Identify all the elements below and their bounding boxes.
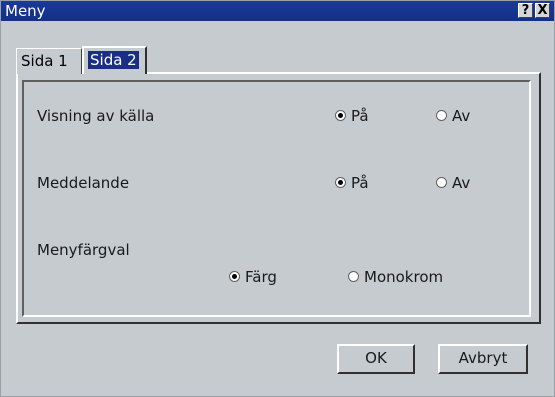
tab-sida-2[interactable]: Sida 2 <box>82 46 147 74</box>
menu-color-label: Menyfärgval <box>37 241 130 259</box>
radio-label: Färg <box>245 268 277 286</box>
menu-color-monochrome-radio[interactable]: Monokrom <box>348 268 458 286</box>
radio-selected-icon <box>335 177 346 188</box>
tab-label: Sida 2 <box>88 51 139 69</box>
ok-button[interactable]: OK <box>337 344 415 374</box>
radio-label: På <box>351 174 369 192</box>
close-button[interactable]: X <box>535 3 550 18</box>
menu-color-color-radio[interactable]: Färg <box>229 268 299 286</box>
radio-label: Monokrom <box>364 268 444 286</box>
radio-selected-icon <box>229 271 240 282</box>
window-title: Meny <box>5 2 46 20</box>
tab-sida-1[interactable]: Sida 1 <box>16 48 82 74</box>
radio-unselected-icon <box>436 110 447 121</box>
source-display-on-radio[interactable]: På <box>335 107 385 125</box>
radio-selected-icon <box>335 110 346 121</box>
source-display-label: Visning av källa <box>37 107 155 125</box>
radio-label: På <box>351 107 369 125</box>
title-bar[interactable]: Meny ? X <box>1 1 554 21</box>
radio-unselected-icon <box>348 271 359 282</box>
message-on-radio[interactable]: På <box>335 174 385 192</box>
radio-unselected-icon <box>436 177 447 188</box>
tab-label: Sida 1 <box>21 52 68 70</box>
message-off-radio[interactable]: Av <box>436 174 486 192</box>
radio-label: Av <box>452 174 471 192</box>
cancel-button[interactable]: Avbryt <box>438 344 528 374</box>
message-label: Meddelande <box>37 174 130 192</box>
radio-label: Av <box>452 107 471 125</box>
source-display-off-radio[interactable]: Av <box>436 107 486 125</box>
help-button[interactable]: ? <box>518 3 533 18</box>
